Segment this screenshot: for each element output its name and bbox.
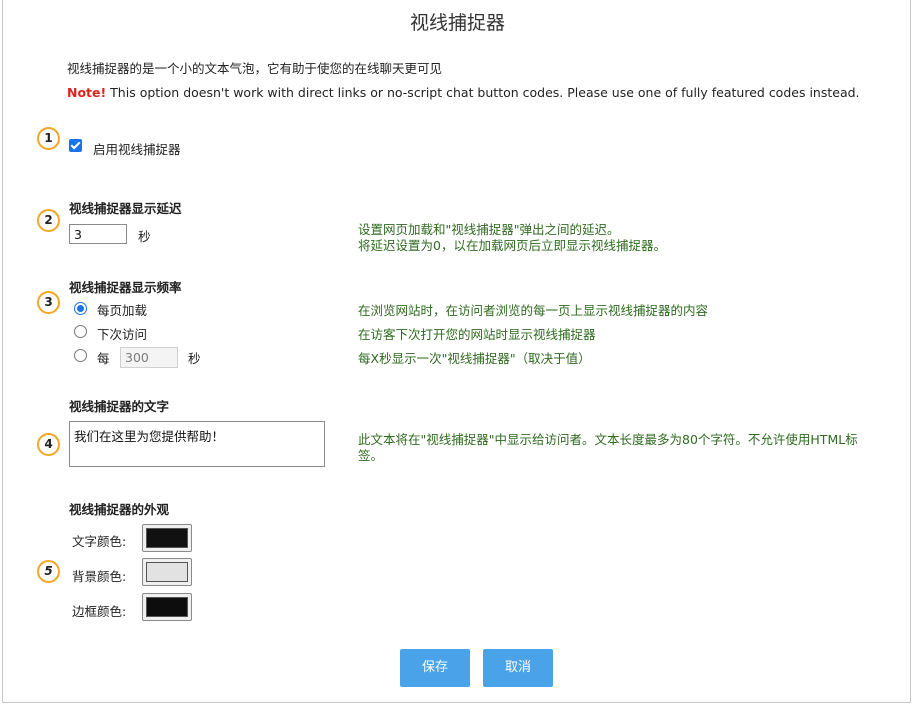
step-badge-1: 1 — [37, 127, 60, 150]
background-color-picker[interactable] — [142, 558, 192, 586]
step-badge-4: 4 — [37, 433, 60, 456]
radio-every-x-seconds[interactable] — [74, 349, 87, 362]
text-color-picker[interactable] — [142, 524, 192, 552]
radio-next-visit-label: 下次访问 — [97, 327, 148, 342]
radio-every-x-label: 每 — [97, 351, 110, 366]
frequency-heading: 视线捕捉器显示频率 — [69, 280, 182, 295]
background-color-swatch — [146, 562, 188, 582]
save-button[interactable]: 保存 — [400, 649, 470, 687]
note-label: Note! — [67, 85, 107, 100]
appearance-heading: 视线捕捉器的外观 — [69, 502, 170, 517]
delay-input[interactable]: 3 — [69, 224, 127, 244]
step-badge-5: 5 — [37, 560, 60, 583]
cancel-button[interactable]: 取消 — [483, 649, 553, 687]
border-color-picker[interactable] — [142, 593, 192, 621]
text-color-label: 文字颜色: — [72, 534, 127, 549]
step-badge-3: 3 — [37, 291, 60, 314]
step-badge-2: 2 — [37, 209, 60, 232]
eyecatcher-text-input[interactable]: 我们在这里为您提供帮助！ — [69, 421, 325, 467]
page-title: 视线捕捉器 — [409, 12, 505, 34]
enable-checkbox[interactable] — [69, 139, 82, 152]
radio-every-page[interactable] — [74, 302, 87, 315]
delay-unit: 秒 — [138, 229, 151, 244]
delay-heading: 视线捕捉器显示延迟 — [69, 201, 182, 216]
note-body: This option doesn't work with direct lin… — [106, 85, 860, 100]
intro-text: 视线捕捉器的是一个小的文本气泡，它有助于使您的在线聊天更可见 — [67, 61, 443, 76]
border-color-swatch — [146, 597, 188, 617]
text-heading: 视线捕捉器的文字 — [69, 399, 170, 414]
border-color-label: 边框颜色: — [72, 604, 127, 619]
radio-next-visit[interactable] — [74, 325, 87, 338]
text-hint-1: 此文本将在"视线捕捉器"中显示给访问者。文本长度最多为80个字符。不允许使用HT… — [358, 432, 858, 447]
note-text: Note! This option doesn't work with dire… — [67, 85, 860, 100]
enable-label: 启用视线捕捉器 — [93, 142, 181, 157]
interval-unit: 秒 — [188, 351, 201, 366]
radio-every-x-hint: 每X秒显示一次"视线捕捉器"（取决于值） — [358, 351, 591, 366]
delay-hint-2: 将延迟设置为0，以在加载网页后立即显示视线捕捉器。 — [358, 238, 666, 253]
text-hint-2: 签。 — [358, 448, 384, 463]
radio-next-visit-hint: 在访客下次打开您的网站时显示视线捕捉器 — [358, 327, 596, 342]
radio-every-page-label: 每页加载 — [97, 303, 148, 318]
interval-seconds-input[interactable]: 300 — [120, 347, 178, 368]
radio-every-page-hint: 在浏览网站时，在访问者浏览的每一页上显示视线捕捉器的内容 — [358, 303, 709, 318]
text-color-swatch — [146, 528, 188, 548]
background-color-label: 背景颜色: — [72, 569, 127, 584]
